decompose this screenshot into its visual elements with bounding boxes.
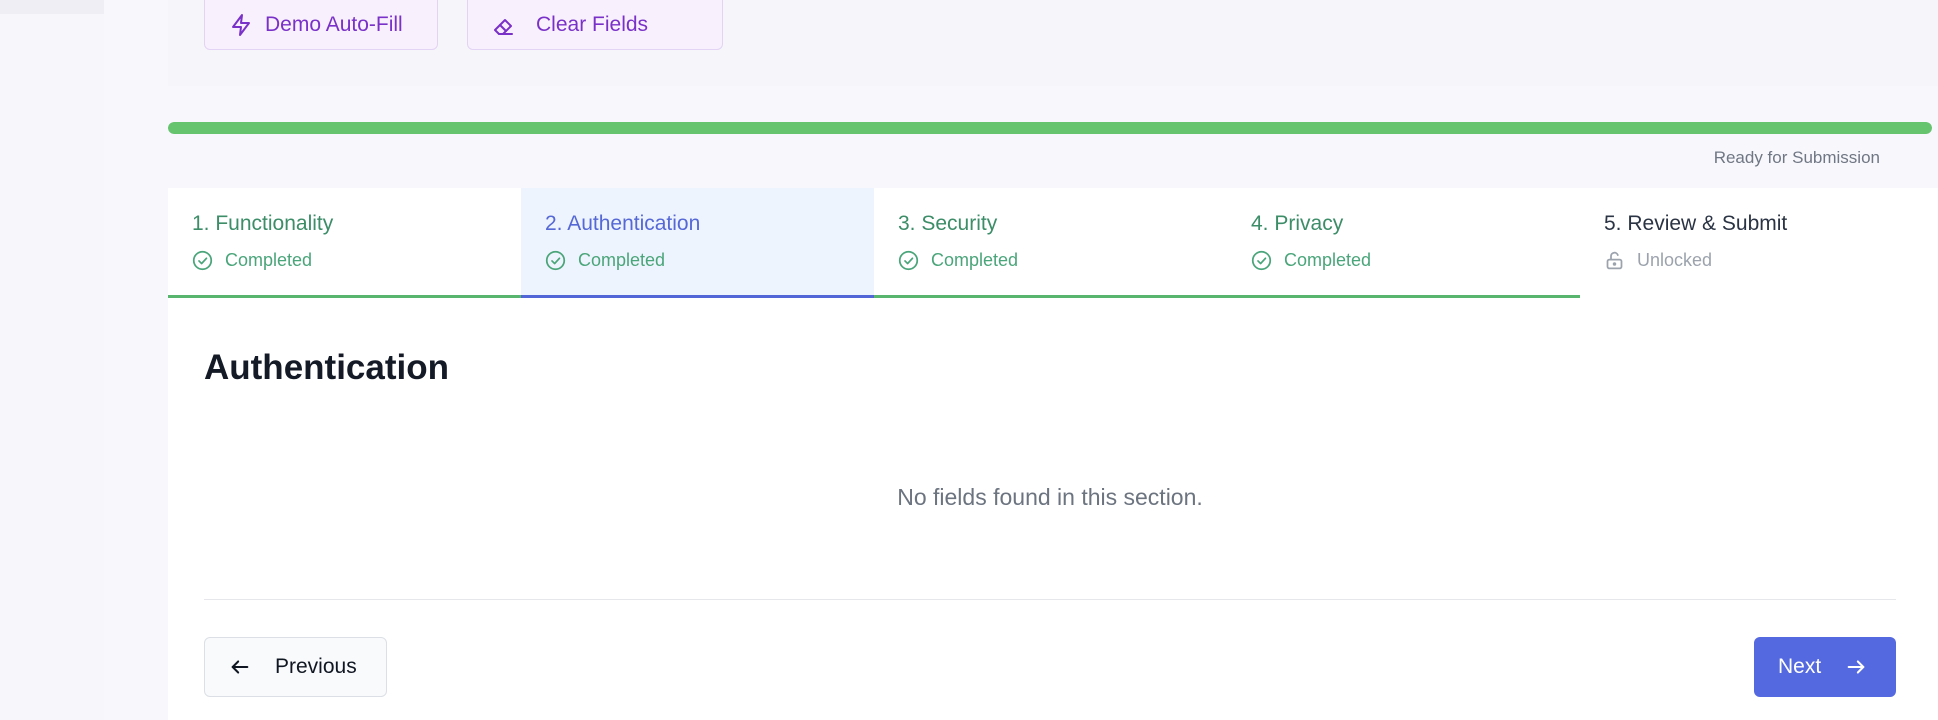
step-tab-privacy[interactable]: 4. Privacy Completed <box>1227 188 1580 298</box>
step-tab-security[interactable]: 3. Security Completed <box>874 188 1227 298</box>
arrow-left-icon <box>231 660 249 674</box>
clear-fields-button[interactable]: Clear Fields <box>467 0 723 50</box>
empty-state-message: No fields found in this section. <box>897 484 1203 510</box>
step-label: 2. Authentication <box>545 212 701 235</box>
arrow-right-icon <box>1847 660 1865 674</box>
eraser-icon <box>494 19 513 35</box>
check-circle-icon <box>898 250 919 271</box>
left-panel-strip <box>0 0 104 14</box>
progress-bar <box>168 122 1932 134</box>
page: Demo Auto-Fill Clear Fields Ready for Su… <box>0 0 1938 720</box>
next-label: Next <box>1778 655 1822 678</box>
step-label: 1. Functionality <box>192 212 334 235</box>
check-circle-icon <box>1251 250 1272 271</box>
left-panel <box>0 0 104 720</box>
progress-status: Ready for Submission <box>1713 148 1880 167</box>
demo-autofill-label: Demo Auto-Fill <box>265 13 403 36</box>
clear-fields-label: Clear Fields <box>536 13 649 36</box>
demo-autofill-button[interactable]: Demo Auto-Fill <box>204 0 438 50</box>
step-tab-authentication[interactable]: 2. Authentication Completed <box>521 188 874 298</box>
check-circle-icon <box>545 250 566 271</box>
step-tabs: 1. Functionality Completed 2. Authentica… <box>168 188 1932 298</box>
step-tab-functionality[interactable]: 1. Functionality Completed <box>168 188 521 298</box>
form-card: 1. Functionality Completed 2. Authentica… <box>168 188 1938 720</box>
progress-fill <box>168 122 1932 134</box>
step-status: Completed <box>225 250 313 270</box>
step-label: 5. Review & Submit <box>1604 212 1788 235</box>
step-status: Unlocked <box>1637 250 1713 270</box>
previous-button[interactable]: Previous <box>204 637 387 697</box>
section-title: Authentication <box>204 348 449 387</box>
next-button[interactable]: Next <box>1754 637 1896 697</box>
previous-label: Previous <box>275 655 357 678</box>
step-tab-review-submit[interactable]: 5. Review & Submit Unlocked <box>1580 188 1933 298</box>
step-label: 3. Security <box>898 212 998 235</box>
step-status: Completed <box>578 250 666 270</box>
step-status: Completed <box>931 250 1019 270</box>
step-status: Completed <box>1284 250 1372 270</box>
unlock-icon <box>1606 251 1623 270</box>
lightning-icon <box>232 14 250 36</box>
divider <box>204 599 1896 600</box>
step-label: 4. Privacy <box>1251 212 1344 235</box>
check-circle-icon <box>192 250 213 271</box>
